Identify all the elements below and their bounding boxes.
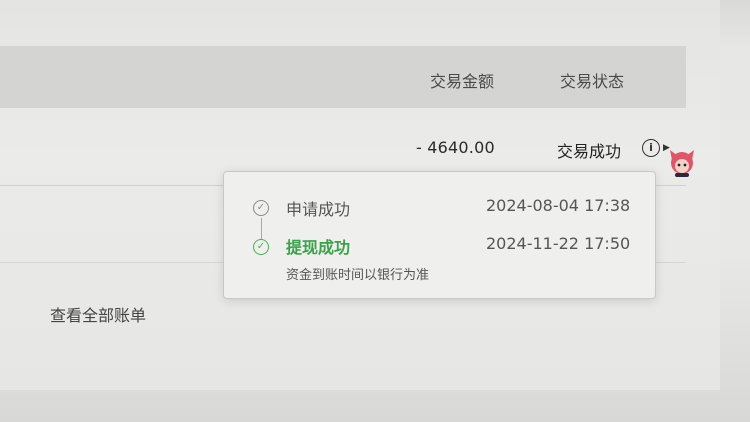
transaction-amount: - 4640.00 [416,138,495,157]
check-circle-success-icon: ✓ [253,239,269,255]
column-header-amount: 交易金额 [430,72,495,91]
status-timeline-popover: ✓ ✓ 申请成功 2024-08-04 17:38 提现成功 2024-11-2… [223,171,656,299]
step-apply-time: 2024-08-04 17:38 [486,196,631,215]
timeline-connector [261,218,262,240]
column-header-status: 交易状态 [560,72,625,91]
step-withdraw-label: 提现成功 [286,238,351,257]
view-all-bills-link[interactable]: 查看全部账单 [50,302,146,326]
step-withdraw-time: 2024-11-22 17:50 [486,234,631,253]
check-circle-icon: ✓ [253,200,269,216]
bill-page: 交易金额 交易状态 - 4640.00 交易成功 i ▶ 查看全部账单 ✓ ✓ … [0,0,720,390]
mascot-sticker-icon [670,150,694,177]
step-apply-label: 申请成功 [286,200,351,219]
transaction-status: 交易成功 [557,142,622,161]
step-withdraw-note: 资金到账时间以银行为准 [286,268,430,283]
table-header: 交易金额 交易状态 [0,46,686,108]
info-icon[interactable]: i [642,139,660,157]
